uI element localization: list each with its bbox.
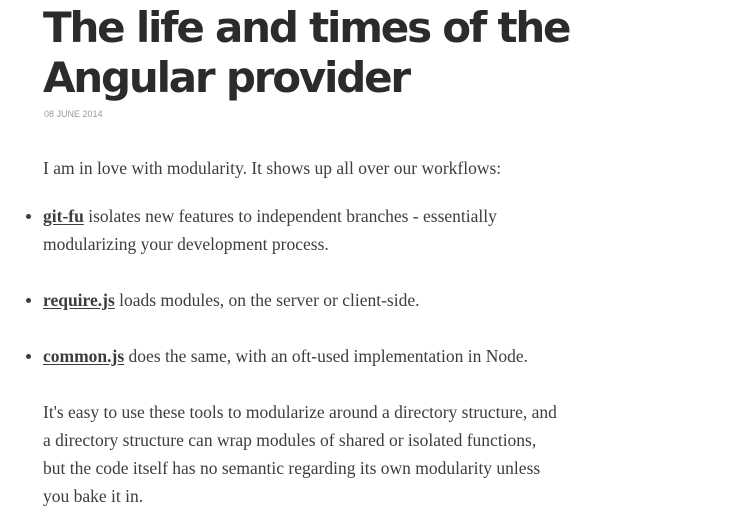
post-title: The life and times of the Angular provide… (43, 3, 683, 103)
closing-line: but the code itself has no semantic rega… (43, 458, 541, 478)
tools-list: git-fu isolates new features to independ… (26, 202, 683, 370)
closing-paragraph: It's easy to use these tools to modulari… (43, 398, 643, 510)
list-item-require-js: require.js loads modules, on the server … (26, 286, 683, 314)
closing-line: you bake it in. (43, 486, 144, 506)
post-date: 08 JUNE 2014 (44, 109, 103, 119)
post-title-line-2: Angular provider (43, 53, 411, 102)
blog-post: The life and times of the Angular provide… (26, 0, 683, 510)
list-item-common-js: common.js does the same, with an oft-use… (26, 342, 683, 370)
git-fu-link[interactable]: git-fu (43, 206, 84, 226)
require-js-link[interactable]: require.js (43, 290, 115, 310)
closing-line: It's easy to use these tools to modulari… (43, 402, 557, 422)
post-title-line-1: The life and times of the (43, 3, 572, 52)
list-item-text: does the same, with an oft-used implemen… (124, 346, 529, 366)
list-item-text: modularizing your development process. (43, 234, 329, 254)
list-item-text: loads modules, on the server or client-s… (114, 290, 420, 310)
list-item-git-fu: git-fu isolates new features to independ… (26, 202, 683, 258)
intro-paragraph: I am in love with modularity. It shows u… (43, 158, 502, 178)
common-js-link[interactable]: common.js (43, 346, 124, 366)
list-item-text: isolates new features to independent bra… (83, 206, 497, 226)
closing-line: a directory structure can wrap modules o… (43, 430, 537, 450)
post-body: I am in love with modularity. It shows u… (26, 154, 683, 510)
